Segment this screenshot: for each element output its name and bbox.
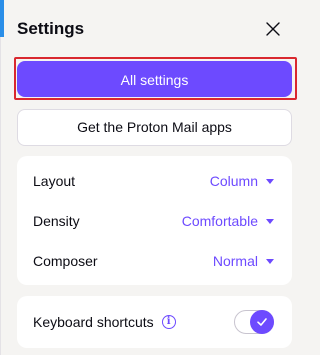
- all-settings-button[interactable]: All settings: [17, 61, 292, 97]
- chevron-down-icon: [266, 178, 274, 184]
- density-select[interactable]: Comfortable: [182, 213, 274, 229]
- get-apps-button[interactable]: Get the Proton Mail apps: [17, 109, 292, 146]
- option-label: Composer: [33, 253, 98, 269]
- option-row-density: Density Comfortable: [33, 210, 274, 232]
- close-button[interactable]: [262, 18, 284, 40]
- composer-select[interactable]: Normal: [213, 253, 274, 269]
- option-value: Column: [209, 173, 258, 189]
- panel-title: Settings: [17, 19, 85, 38]
- option-value: Normal: [212, 253, 258, 269]
- display-options-card: Layout Column Density Comfortable Compos…: [17, 156, 292, 285]
- keyboard-shortcuts-row: Keyboard shortcuts i: [33, 309, 274, 335]
- option-value: Comfortable: [181, 213, 258, 229]
- layout-select[interactable]: Column: [210, 173, 274, 189]
- keyboard-shortcuts-card: Keyboard shortcuts i: [17, 296, 292, 348]
- keyboard-shortcuts-toggle[interactable]: [234, 310, 274, 334]
- keyboard-shortcuts-label: Keyboard shortcuts: [33, 314, 154, 330]
- chevron-down-icon: [266, 258, 274, 264]
- option-row-composer: Composer Normal: [33, 250, 274, 272]
- panel-left-border: [0, 37, 1, 355]
- left-accent-bar: [0, 0, 4, 37]
- option-label: Layout: [33, 173, 76, 189]
- close-icon: [266, 22, 280, 36]
- option-label: Density: [33, 213, 80, 229]
- option-row-layout: Layout Column: [33, 170, 274, 192]
- info-icon[interactable]: i: [161, 315, 176, 329]
- toggle-knob: [250, 310, 274, 334]
- chevron-down-icon: [266, 218, 274, 224]
- checkmark-icon: [257, 318, 267, 326]
